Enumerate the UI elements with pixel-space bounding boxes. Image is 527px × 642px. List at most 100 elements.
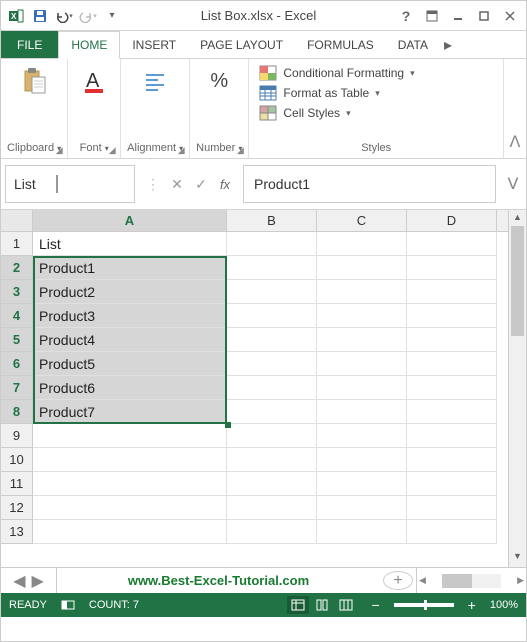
select-all-corner[interactable]: [1, 210, 33, 231]
alignment-button[interactable]: [135, 63, 175, 99]
excel-app-icon[interactable]: X: [5, 5, 27, 27]
namebox-dropdown-icon[interactable]: ⋮: [143, 174, 163, 194]
cell[interactable]: Product2: [33, 280, 227, 304]
cell[interactable]: [227, 424, 317, 448]
cell[interactable]: [407, 472, 497, 496]
cell[interactable]: [227, 472, 317, 496]
cell[interactable]: [317, 400, 407, 424]
cell[interactable]: [227, 328, 317, 352]
cell[interactable]: [407, 496, 497, 520]
name-box[interactable]: List: [5, 165, 135, 203]
cell[interactable]: [317, 496, 407, 520]
row-header[interactable]: 2: [1, 256, 33, 280]
cell[interactable]: [227, 304, 317, 328]
tabs-scroll-right-icon[interactable]: ▸: [440, 31, 456, 58]
ribbon-collapse-icon[interactable]: ᐱ: [504, 59, 526, 158]
tab-page-layout[interactable]: PAGE LAYOUT: [188, 31, 295, 58]
cell[interactable]: [317, 472, 407, 496]
format-as-table-button[interactable]: Format as Table▾: [259, 85, 414, 101]
normal-view-icon[interactable]: [287, 596, 309, 614]
cell[interactable]: [407, 424, 497, 448]
column-header[interactable]: C: [317, 210, 407, 231]
tab-formulas[interactable]: FORMULAS: [295, 31, 386, 58]
scroll-thumb[interactable]: [442, 574, 472, 588]
cell[interactable]: Product5: [33, 352, 227, 376]
cell[interactable]: List: [33, 232, 227, 256]
undo-icon[interactable]: ▾: [53, 5, 75, 27]
dialog-launcher-icon[interactable]: ◢: [106, 144, 118, 156]
cancel-icon[interactable]: ✕: [167, 174, 187, 194]
page-break-view-icon[interactable]: [335, 596, 357, 614]
cell[interactable]: [33, 496, 227, 520]
save-icon[interactable]: [29, 5, 51, 27]
new-sheet-icon[interactable]: +: [383, 571, 413, 590]
cell[interactable]: Product1: [33, 256, 227, 280]
cell[interactable]: [407, 376, 497, 400]
zoom-in-icon[interactable]: +: [468, 597, 476, 613]
cell-styles-button[interactable]: Cell Styles▾: [259, 105, 414, 121]
cell[interactable]: [227, 448, 317, 472]
help-icon[interactable]: ?: [394, 5, 418, 27]
row-header[interactable]: 9: [1, 424, 33, 448]
cell[interactable]: [33, 448, 227, 472]
formula-input[interactable]: Product1: [243, 165, 496, 203]
redo-icon[interactable]: ▾: [77, 5, 99, 27]
cell[interactable]: [317, 256, 407, 280]
cell[interactable]: [407, 256, 497, 280]
row-header[interactable]: 1: [1, 232, 33, 256]
column-header[interactable]: B: [227, 210, 317, 231]
cell[interactable]: [227, 376, 317, 400]
cell[interactable]: [227, 280, 317, 304]
scroll-down-icon[interactable]: ▼: [509, 551, 526, 565]
cell[interactable]: [227, 256, 317, 280]
row-header[interactable]: 8: [1, 400, 33, 424]
cell[interactable]: [33, 520, 227, 544]
formula-expand-icon[interactable]: ᐯ: [504, 165, 522, 203]
row-header[interactable]: 11: [1, 472, 33, 496]
vertical-scrollbar[interactable]: ▲ ▼: [508, 210, 526, 567]
cell[interactable]: [227, 352, 317, 376]
zoom-out-icon[interactable]: −: [371, 597, 379, 613]
ribbon-display-icon[interactable]: [420, 5, 444, 27]
qat-customize-icon[interactable]: ▾: [101, 5, 123, 27]
cell[interactable]: [227, 232, 317, 256]
tab-file[interactable]: FILE: [1, 31, 58, 58]
cell[interactable]: [317, 376, 407, 400]
scroll-thumb[interactable]: [511, 226, 524, 336]
column-header[interactable]: D: [407, 210, 497, 231]
minimize-icon[interactable]: [446, 5, 470, 27]
row-header[interactable]: 4: [1, 304, 33, 328]
macro-record-icon[interactable]: [61, 598, 75, 613]
cell[interactable]: [407, 352, 497, 376]
cell[interactable]: [317, 352, 407, 376]
paste-button[interactable]: [14, 63, 54, 99]
cell[interactable]: [407, 400, 497, 424]
row-header[interactable]: 5: [1, 328, 33, 352]
font-button[interactable]: A: [74, 63, 114, 99]
conditional-formatting-button[interactable]: Conditional Formatting▾: [259, 65, 414, 81]
cell[interactable]: [227, 400, 317, 424]
cell[interactable]: Product4: [33, 328, 227, 352]
cell[interactable]: [317, 424, 407, 448]
cell[interactable]: [227, 496, 317, 520]
cell[interactable]: [407, 280, 497, 304]
cell[interactable]: [407, 304, 497, 328]
zoom-level[interactable]: 100%: [490, 599, 518, 611]
row-header[interactable]: 13: [1, 520, 33, 544]
tab-home[interactable]: HOME: [58, 31, 120, 59]
fx-icon[interactable]: fx: [215, 174, 235, 194]
row-header[interactable]: 10: [1, 448, 33, 472]
cell[interactable]: [407, 232, 497, 256]
row-header[interactable]: 12: [1, 496, 33, 520]
footer-link[interactable]: www.Best-Excel-Tutorial.com: [57, 568, 380, 593]
close-icon[interactable]: [498, 5, 522, 27]
cell[interactable]: [33, 472, 227, 496]
number-button[interactable]: %: [199, 63, 239, 99]
cell[interactable]: [317, 520, 407, 544]
next-sheet-icon[interactable]: ▶: [32, 571, 44, 591]
cell[interactable]: [407, 328, 497, 352]
dialog-launcher-icon[interactable]: ◢: [175, 144, 187, 156]
maximize-icon[interactable]: [472, 5, 496, 27]
page-layout-view-icon[interactable]: [311, 596, 333, 614]
cell[interactable]: [33, 424, 227, 448]
